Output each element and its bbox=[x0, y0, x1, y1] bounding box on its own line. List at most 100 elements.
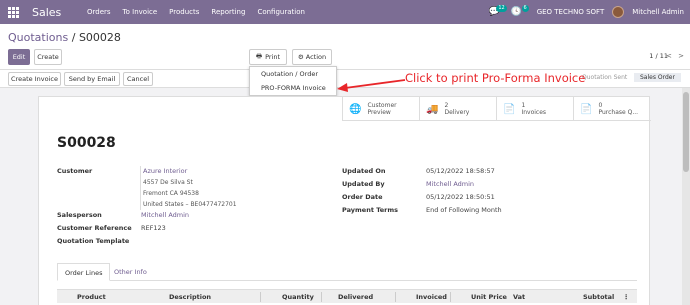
page-scrollbar[interactable] bbox=[682, 88, 690, 305]
address-line: United States – BE0477472701 bbox=[143, 201, 237, 208]
smart-line2: Purchase Q... bbox=[598, 109, 639, 116]
annotation-callout: Click to print Pro-Forma Invoice bbox=[405, 71, 586, 85]
customer-label: Customer bbox=[57, 167, 93, 175]
updated-on-label: Updated On bbox=[342, 167, 386, 175]
action-button[interactable]: ⚙ Action bbox=[292, 49, 332, 65]
customer-reference-field[interactable]: REF123 bbox=[141, 224, 166, 232]
main-menu: Orders To Invoice Products Reporting Con… bbox=[87, 8, 305, 16]
address-line: 4557 De Silva St bbox=[143, 179, 193, 186]
smart-line2: Invoices bbox=[521, 109, 547, 116]
address-line: Fremont CA 94538 bbox=[143, 190, 199, 197]
col-quantity[interactable]: Quantity bbox=[282, 293, 314, 301]
user-avatar[interactable] bbox=[612, 6, 625, 18]
smart-line1: Customer bbox=[367, 102, 397, 109]
order-date-label: Order Date bbox=[342, 193, 383, 201]
apps-menu-icon[interactable] bbox=[8, 6, 20, 18]
updated-on-field: 05/12/2022 18:58:57 bbox=[426, 167, 495, 175]
record-title: S00028 bbox=[57, 135, 116, 151]
user-name[interactable]: Mitchell Admin bbox=[632, 8, 684, 16]
annotation-arrow bbox=[337, 79, 406, 92]
notebook-tabs: Order Lines Other Info bbox=[57, 263, 637, 281]
tab-order-lines[interactable]: Order Lines bbox=[57, 263, 111, 281]
salesperson-field[interactable]: Mitchell Admin bbox=[141, 211, 189, 219]
column-separator bbox=[321, 292, 322, 302]
updated-by-label: Updated By bbox=[342, 180, 385, 188]
column-separator bbox=[260, 292, 261, 302]
stage-sales-order[interactable]: Sales Order bbox=[634, 73, 681, 82]
pager-next-icon[interactable]: > bbox=[678, 52, 684, 60]
breadcrumb-separator: / bbox=[71, 31, 76, 44]
invoices-button[interactable]: 📄 1 Invoices bbox=[496, 97, 573, 121]
smart-count: 0 bbox=[598, 102, 603, 109]
app-name[interactable]: Sales bbox=[32, 6, 87, 19]
payment-terms-field[interactable]: End of Following Month bbox=[426, 206, 502, 214]
smart-line2: Delivery bbox=[444, 109, 470, 116]
column-separator bbox=[395, 292, 396, 302]
column-separator bbox=[450, 292, 451, 302]
print-label: Print bbox=[265, 53, 281, 61]
breadcrumb-current: S00028 bbox=[78, 31, 121, 44]
print-quotation-order[interactable]: Quotation / Order bbox=[250, 67, 336, 81]
activity-count: 6 bbox=[521, 5, 529, 12]
tab-other-info[interactable]: Other Info bbox=[107, 263, 154, 281]
customer-address: Azure Interior 4557 De Silva St Fremont … bbox=[140, 166, 237, 210]
order-date-field[interactable]: 05/12/2022 18:50:51 bbox=[426, 193, 495, 201]
print-icon: 🖶 bbox=[255, 51, 263, 60]
pager-prev-icon[interactable]: < bbox=[666, 52, 672, 60]
menu-reporting[interactable]: Reporting bbox=[211, 8, 245, 16]
menu-configuration[interactable]: Configuration bbox=[257, 8, 304, 16]
payment-terms-label: Payment Terms bbox=[342, 206, 399, 214]
smart-buttons: 🌐 Customer Preview 🚚 2 Delivery 📄 1 Invoice… bbox=[342, 97, 651, 121]
stage-quotation-sent[interactable]: Quotation Sent bbox=[582, 74, 627, 81]
globe-icon: 🌐 bbox=[349, 103, 362, 115]
order-lines-header: Product Description Quantity Delivered I… bbox=[57, 289, 637, 303]
control-panel: Quotations / S00028 Edit Create 🖶 Print ⚙… bbox=[0, 24, 690, 70]
create-invoice-button[interactable]: Create Invoice bbox=[8, 72, 61, 86]
smart-count: 1 bbox=[521, 102, 526, 109]
edit-button[interactable]: Edit bbox=[8, 49, 30, 65]
print-dropdown-menu: Quotation / Order PRO-FORMA Invoice bbox=[249, 66, 337, 96]
delivery-button[interactable]: 🚚 2 Delivery bbox=[419, 97, 496, 121]
print-proforma-invoice[interactable]: PRO-FORMA Invoice bbox=[250, 81, 336, 95]
menu-products[interactable]: Products bbox=[169, 8, 199, 16]
form-sheet: 🌐 Customer Preview 🚚 2 Delivery 📄 1 Invoice… bbox=[38, 96, 651, 305]
top-navbar: Sales Orders To Invoice Products Reporti… bbox=[0, 0, 690, 24]
chat-icon[interactable]: 💬 12 bbox=[489, 5, 507, 19]
optional-columns-icon[interactable]: ⋮ bbox=[623, 293, 630, 301]
col-vat[interactable]: Vat bbox=[513, 293, 525, 301]
send-by-email-button[interactable]: Send by Email bbox=[64, 72, 120, 86]
quotation-template-label: Quotation Template bbox=[57, 237, 130, 245]
truck-icon: 🚚 bbox=[426, 103, 439, 115]
company-switcher[interactable]: GEO TECHNO SOFT bbox=[537, 8, 605, 16]
menu-orders[interactable]: Orders bbox=[87, 8, 111, 16]
col-subtotal[interactable]: Subtotal bbox=[583, 293, 614, 301]
customer-name[interactable]: Azure Interior bbox=[141, 166, 237, 177]
customer-preview-button[interactable]: 🌐 Customer Preview bbox=[342, 97, 419, 121]
gear-icon: ⚙ bbox=[297, 53, 304, 61]
salesperson-label: Salesperson bbox=[57, 211, 102, 219]
activity-icon[interactable]: 🕓 6 bbox=[511, 5, 529, 19]
action-label: Action bbox=[305, 53, 327, 61]
create-button[interactable]: Create bbox=[34, 49, 62, 65]
cancel-button[interactable]: Cancel bbox=[123, 72, 153, 86]
scrollbar-thumb[interactable] bbox=[683, 92, 689, 172]
menu-to-invoice[interactable]: To Invoice bbox=[123, 8, 158, 16]
smart-line2: Preview bbox=[367, 109, 391, 116]
breadcrumb: Quotations / S00028 bbox=[8, 31, 121, 44]
pager-arrows: < > bbox=[666, 52, 684, 60]
chat-count: 12 bbox=[496, 5, 507, 12]
col-product[interactable]: Product bbox=[77, 293, 106, 301]
col-invoiced[interactable]: Invoiced bbox=[416, 293, 447, 301]
col-unit-price[interactable]: Unit Price bbox=[471, 293, 507, 301]
col-description[interactable]: Description bbox=[169, 293, 211, 301]
purchase-button[interactable]: 📄 0 Purchase Q... bbox=[573, 97, 650, 121]
print-button[interactable]: 🖶 Print bbox=[249, 49, 287, 65]
invoice-icon: 📄 bbox=[503, 103, 516, 115]
navbar-systray: 💬 12 🕓 6 GEO TECHNO SOFT Mitchell Admin bbox=[489, 0, 684, 24]
smart-count: 2 bbox=[444, 102, 449, 109]
breadcrumb-quotations[interactable]: Quotations bbox=[8, 31, 68, 44]
customer-reference-label: Customer Reference bbox=[57, 224, 132, 232]
col-delivered[interactable]: Delivered bbox=[338, 293, 373, 301]
purchase-icon: 📄 bbox=[580, 103, 593, 115]
updated-by-field[interactable]: Mitchell Admin bbox=[426, 180, 474, 188]
